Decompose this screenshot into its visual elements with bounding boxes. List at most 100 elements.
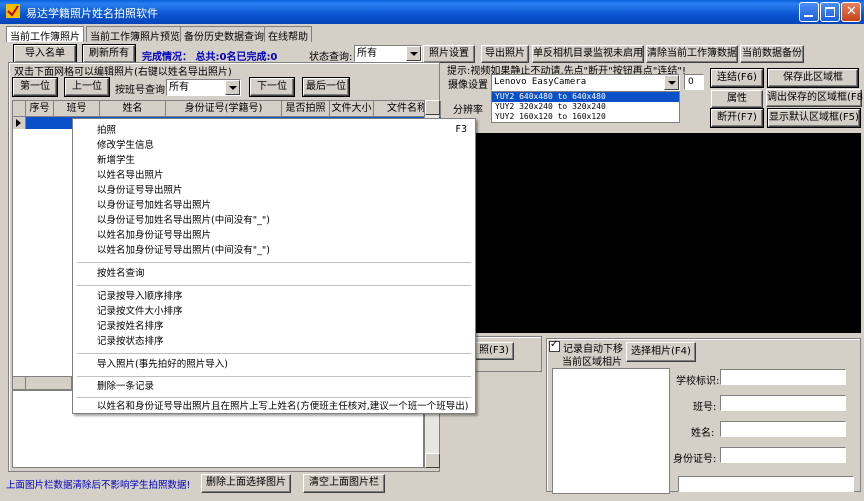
horizontal-scrollbar[interactable] [12, 376, 72, 390]
grid-corner [13, 101, 26, 117]
menu-separator [77, 285, 471, 286]
row-indicator-icon [13, 117, 26, 129]
menu-item-export-by-id-name[interactable]: 以身份证号加姓名导出照片 [97, 199, 211, 212]
minimize-button[interactable] [799, 2, 819, 22]
status-query-value: 所有 [357, 48, 377, 59]
school-id-label: 学校标识: [676, 376, 720, 387]
menu-separator [77, 397, 471, 398]
menu-item-add-student[interactable]: 新增学生 [97, 154, 135, 167]
connect-button[interactable]: 连结(F6) [710, 68, 764, 88]
name-field[interactable] [720, 421, 846, 437]
menu-item-sort-status[interactable]: 记录按状态排序 [97, 335, 164, 348]
app-icon [6, 4, 20, 18]
extra-field[interactable] [678, 476, 854, 492]
close-icon: ✕ [846, 4, 857, 19]
first-record-button[interactable]: 第一位 [12, 77, 58, 97]
camera-index-field[interactable]: 0 [684, 74, 704, 90]
clear-workbook-button[interactable]: 清除当前工作簿数据 [646, 45, 738, 63]
photo-preview-box [552, 368, 670, 494]
maximize-button[interactable] [820, 2, 840, 22]
menu-item-sort-name[interactable]: 记录按姓名排序 [97, 320, 164, 333]
menu-separator [77, 376, 471, 377]
completion-status: 完成情况： 总共:0名已完成:0 [142, 52, 278, 63]
prev-record-button[interactable]: 上一位 [64, 77, 110, 97]
context-menu: 拍照 F3 修改学生信息 新增学生 以姓名导出照片 以身份证号导出照片 以身份证… [72, 118, 476, 414]
column-header[interactable]: 序号 [26, 101, 54, 117]
class-query-label: 按班号查询 [115, 85, 165, 96]
school-id-field[interactable] [720, 369, 846, 385]
chevron-down-icon[interactable] [406, 46, 421, 61]
dslr-monitor-button[interactable]: 单反相机目录监视未启用 [532, 45, 644, 63]
menu-item-export-by-name-id[interactable]: 以姓名加身份证号导出照片 [97, 229, 211, 242]
column-header[interactable]: 身份证号(学籍号) [166, 101, 282, 117]
title-bar: 易达学籍照片姓名拍照软件 ✕ [0, 0, 864, 24]
class-field[interactable] [720, 395, 846, 411]
status-query-select[interactable]: 所有 [354, 45, 422, 62]
class-label: 班号: [693, 402, 717, 413]
grid-hint: 双击下面网格可以编辑照片(右键以姓名导出照片) [14, 67, 232, 78]
scroll-left-icon[interactable] [13, 377, 26, 389]
tab-current-workbook-photos[interactable]: 当前工作簿照片 [6, 26, 84, 43]
list-item[interactable]: YUY2 640x480 to 640x480 [492, 92, 679, 102]
refresh-all-button[interactable]: 刷新所有 [82, 44, 136, 64]
menu-item-export-by-name-id-nosep[interactable]: 以姓名加身份证号导出照片(中间没有"_") [97, 244, 270, 257]
last-record-button[interactable]: 最后一位 [302, 77, 350, 97]
menu-item-export-with-name-overlay[interactable]: 以姓名和身份证号导出照片且在照片上写上姓名(方便班主任核对,建议一个班一个班导出… [97, 400, 468, 413]
menu-item-export-by-id-name-nosep[interactable]: 以身份证号加姓名导出照片(中间没有"_") [97, 214, 270, 227]
menu-item-sort-import-order[interactable]: 记录按导入顺序排序 [97, 290, 183, 303]
menu-item-sort-file-size[interactable]: 记录按文件大小排序 [97, 305, 183, 318]
take-photo-button[interactable]: 照(F3) [474, 342, 514, 360]
grid-header: 序号 班号 姓名 身份证号(学籍号) 是否拍照 文件大小 文件名称 [13, 101, 441, 117]
tab-photo-preview[interactable]: 当前工作簿照片预览 [86, 26, 184, 43]
chevron-down-icon[interactable] [225, 80, 240, 95]
resolution-list[interactable]: YUY2 640x480 to 640x480 YUY2 320x240 to … [491, 91, 680, 123]
column-header[interactable]: 是否拍照 [282, 101, 330, 117]
camera-preview[interactable] [447, 133, 861, 333]
load-region-button[interactable]: 调出保存的区域框(F8) [766, 89, 864, 107]
close-button[interactable]: ✕ [841, 2, 861, 22]
scroll-up-icon[interactable] [425, 100, 440, 115]
maximize-icon [825, 7, 835, 17]
auto-move-checkbox[interactable] [549, 339, 560, 352]
photo-settings-button[interactable]: 照片设置 [423, 45, 475, 63]
menu-item-edit-student[interactable]: 修改学生信息 [97, 139, 154, 152]
import-list-button[interactable]: 导入名单 [13, 44, 77, 64]
camera-settings-label: 摄像设置 [448, 80, 488, 91]
properties-button[interactable]: 属性 [711, 90, 763, 108]
camera-select[interactable]: Lenovo EasyCamera [491, 74, 680, 91]
menu-item-export-by-name[interactable]: 以姓名导出照片 [97, 169, 164, 182]
save-region-button[interactable]: 保存此区域框 [767, 68, 859, 88]
scroll-down-icon[interactable] [425, 453, 440, 468]
menu-item-shortcut: F3 [455, 124, 467, 135]
menu-item-export-by-id[interactable]: 以身份证号导出照片 [97, 184, 183, 197]
column-header[interactable]: 文件大小 [330, 101, 374, 117]
chevron-down-icon[interactable] [664, 75, 679, 90]
default-region-button[interactable]: 显示默认区域框(F5) [767, 108, 861, 128]
class-query-value: 所有 [169, 82, 189, 93]
menu-item-take-photo[interactable]: 拍照 [97, 124, 116, 137]
id-number-field[interactable] [720, 447, 846, 463]
menu-item-query-by-name[interactable]: 按姓名查询 [97, 267, 145, 280]
column-header[interactable]: 班号 [54, 101, 100, 117]
window-title: 易达学籍照片姓名拍照软件 [26, 7, 158, 20]
backup-data-button[interactable]: 当前数据备份 [740, 45, 804, 63]
next-record-button[interactable]: 下一位 [249, 77, 295, 97]
tab-backup-history[interactable]: 备份历史数据查询 [180, 26, 268, 43]
camera-value: Lenovo EasyCamera [494, 77, 587, 87]
column-header[interactable]: 姓名 [100, 101, 166, 117]
current-region-photo-label: 当前区域相片 [562, 357, 622, 368]
menu-item-delete-record[interactable]: 删除一条记录 [97, 380, 154, 393]
resolution-label: 分辨率 [453, 105, 483, 116]
select-photo-button[interactable]: 选择相片(F4) [626, 342, 696, 362]
clear-gallery-button[interactable]: 清空上面图片栏 [303, 474, 385, 493]
list-item[interactable]: YUY2 160x120 to 160x120 [492, 112, 679, 122]
class-query-select[interactable]: 所有 [166, 79, 241, 96]
status-query-label: 状态查询: [309, 52, 353, 63]
tab-online-help[interactable]: 在线帮助 [264, 26, 312, 43]
export-photos-button[interactable]: 导出照片 [481, 45, 529, 63]
list-item[interactable]: YUY2 320x240 to 320x240 [492, 102, 679, 112]
id-number-label: 身份证号: [673, 454, 717, 465]
delete-selected-button[interactable]: 删除上面选择图片 [201, 474, 291, 493]
disconnect-button[interactable]: 断开(F7) [710, 108, 764, 128]
menu-item-import-photos[interactable]: 导入照片(事先拍好的照片导入) [97, 358, 228, 371]
